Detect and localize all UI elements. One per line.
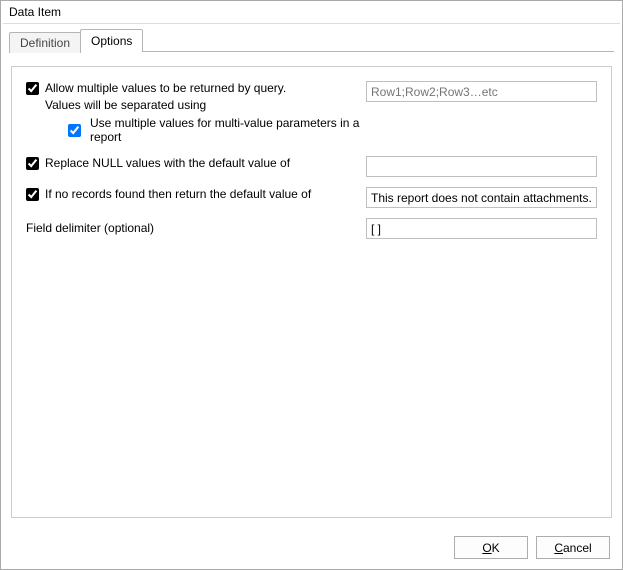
tab-options[interactable]: Options [80, 29, 143, 52]
no-records-label: If no records found then return the defa… [45, 187, 311, 202]
allow-multiple-label: Allow multiple values to be returned by … [45, 81, 286, 96]
dialog-buttons: OK Cancel [1, 528, 622, 569]
field-delimiter-input[interactable] [366, 218, 597, 239]
options-panel: Allow multiple values to be returned by … [11, 66, 612, 518]
replace-null-label: Replace NULL values with the default val… [45, 156, 290, 171]
tabs: Definition Options [1, 24, 622, 52]
no-records-checkbox[interactable] [26, 188, 39, 201]
no-records-input[interactable] [366, 187, 597, 208]
replace-null-input[interactable] [366, 156, 597, 177]
replace-null-checkbox[interactable] [26, 157, 39, 170]
dialog-title: Data Item [1, 1, 622, 23]
use-multi-params-label: Use multiple values for multi-value para… [90, 116, 366, 144]
allow-multiple-checkbox[interactable] [26, 82, 39, 95]
separator-note: Values will be separated using [45, 98, 366, 113]
cancel-button[interactable]: Cancel [536, 536, 610, 559]
use-multi-params-checkbox[interactable] [68, 124, 81, 137]
field-delimiter-label: Field delimiter (optional) [26, 218, 366, 235]
tab-definition[interactable]: Definition [9, 32, 81, 53]
ok-button[interactable]: OK [454, 536, 528, 559]
allow-multiple-input[interactable] [366, 81, 597, 102]
data-item-dialog: Data Item Definition Options Allow multi… [0, 0, 623, 570]
